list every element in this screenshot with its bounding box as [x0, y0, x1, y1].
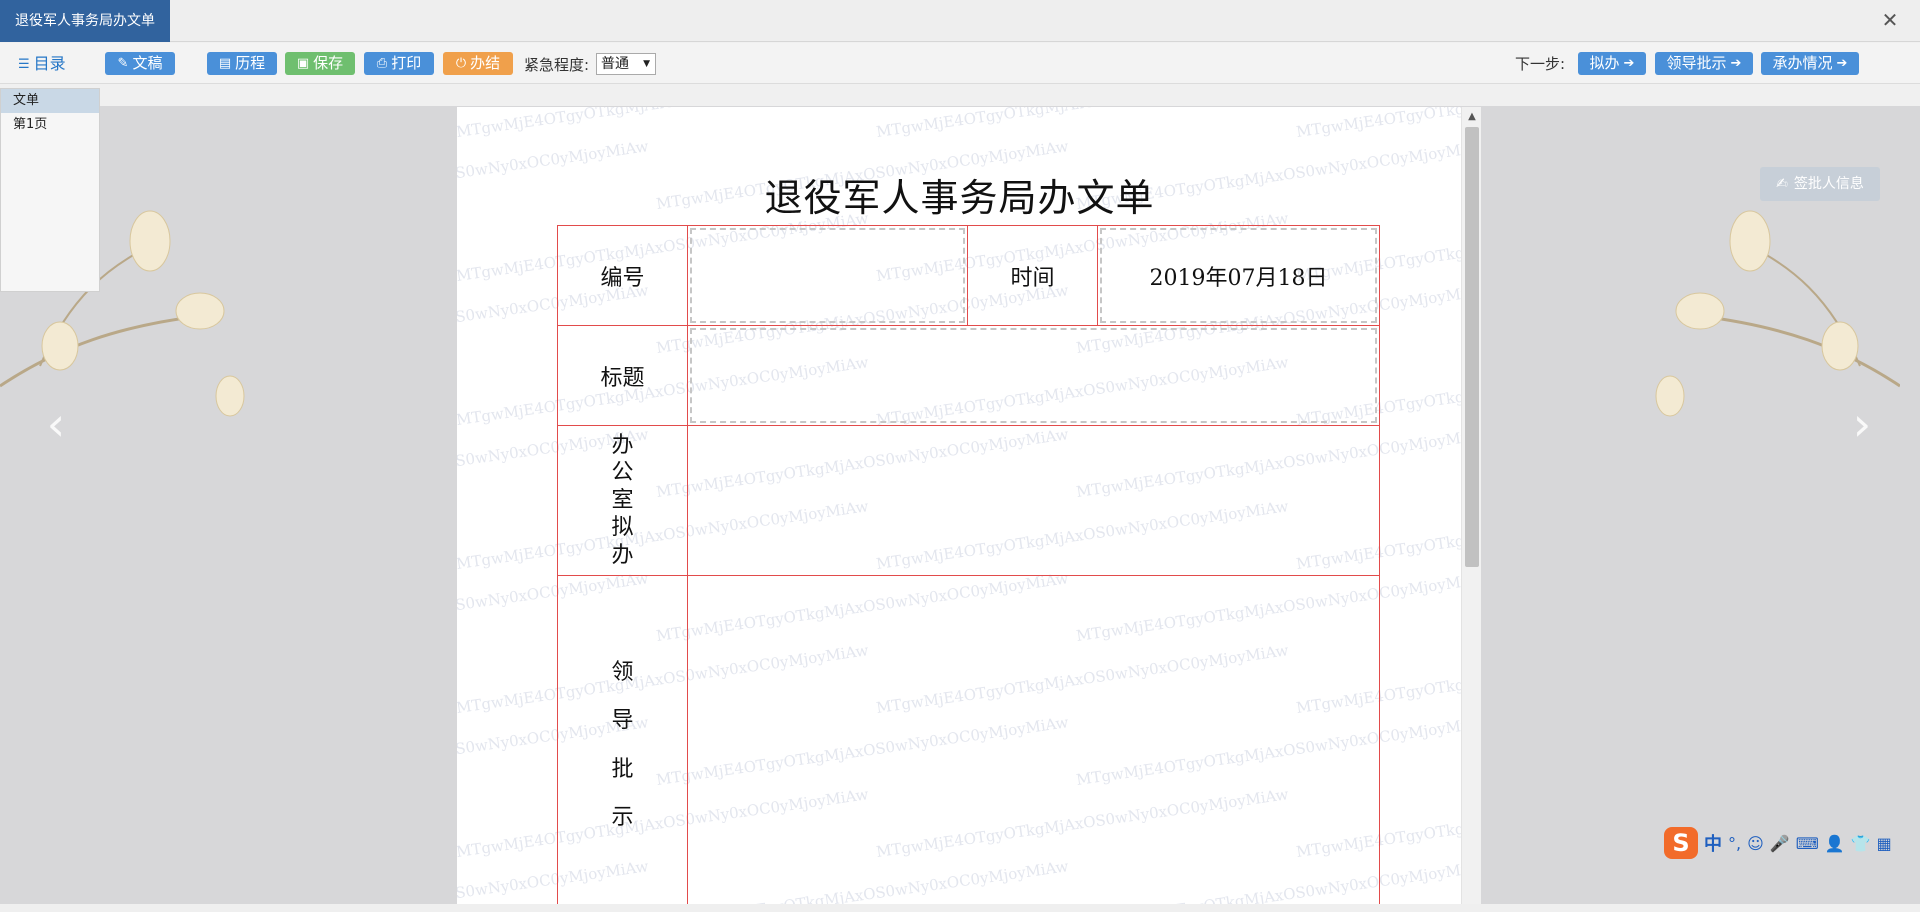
subject-field[interactable] [687, 325, 1380, 426]
next-handling-button[interactable]: 承办情况 ➔ [1761, 52, 1859, 75]
label-char: 办 [611, 542, 634, 568]
microphone-icon[interactable]: 🎤 [1770, 834, 1790, 853]
office-draft-field[interactable] [687, 425, 1380, 576]
emoji-icon[interactable]: ☺ [1747, 834, 1764, 853]
document-icon: ▤ [218, 56, 232, 71]
scroll-up-arrow-icon[interactable]: ▲ [1462, 109, 1481, 125]
office-draft-label-text: 办 公 室 拟 办 [558, 432, 687, 570]
finish-button[interactable]: ⏻ 办结 [443, 52, 513, 75]
next-draft-label: 拟办 [1589, 54, 1620, 72]
leader-instruction-field[interactable] [687, 575, 1380, 905]
label-char: 批 [611, 756, 634, 782]
arrow-right-icon: ➔ [1730, 56, 1742, 71]
print-button[interactable]: ⎙ 打印 [364, 52, 434, 75]
scroll-thumb[interactable] [1465, 127, 1479, 567]
label-char: 公 [611, 460, 634, 486]
urgency-label: 紧急程度: [524, 56, 590, 74]
list-icon: ☰ [18, 56, 30, 72]
urgency-value: 普通 [601, 56, 629, 72]
table-row: 编号 时间 2019年07月18日 [557, 225, 1380, 326]
label-char: 室 [611, 487, 634, 513]
close-icon[interactable]: ✕ [1880, 10, 1900, 30]
ime-toolbar: S 中 °, ☺ 🎤 ⌨ 👤 👕 ▦ [1664, 826, 1920, 860]
user-icon[interactable]: 👤 [1825, 834, 1845, 853]
number-label: 编号 [557, 225, 688, 326]
table-row: 办 公 室 拟 办 [557, 425, 1380, 576]
document-form-table: 编号 时间 2019年07月18日 标题 办 公 室 拟 办 领 导 批 示 [557, 225, 1380, 905]
sidebar-item-page-1[interactable]: 第1页 [1, 113, 99, 137]
window-title-tab[interactable]: 退役军人事务局办文单 [0, 0, 170, 42]
leader-instruction-label: 领 导 批 示 [557, 575, 688, 905]
dropdown-arrow-icon: ▼ [643, 59, 650, 69]
bottom-strip [0, 904, 1920, 912]
power-icon: ⏻ [455, 56, 467, 71]
prev-page-arrow-icon[interactable]: ‹ [36, 394, 76, 454]
time-value: 2019年07月18日 [1149, 265, 1328, 291]
history-label: 历程 [235, 54, 266, 72]
keyboard-icon[interactable]: ⌨ [1796, 834, 1819, 853]
save-label: 保存 [313, 54, 344, 72]
label-char: 导 [611, 708, 634, 734]
document-title: 退役军人事务局办文单 [764, 176, 1155, 220]
label-char: 示 [611, 804, 634, 830]
label-char: 拟 [611, 515, 634, 541]
draft-label: 文稿 [132, 54, 163, 72]
watermark-text: MTgwMjE4OTgyOTkgMjAxOS0wNy0xOC0yMjoyMiAw [875, 107, 1290, 141]
ime-mode[interactable]: 中 [1704, 830, 1722, 856]
next-leader-label: 领导批示 [1666, 54, 1727, 72]
number-field[interactable] [687, 225, 968, 326]
signer-icon: ✍ [1776, 176, 1788, 192]
document-viewer[interactable]: MTgwMjE4OTgyOTkgMjAxOS0wNy0xOC0yMjoyMiAw… [457, 107, 1481, 905]
grid-icon[interactable]: ▦ [1877, 834, 1892, 853]
time-field[interactable]: 2019年07月18日 [1097, 225, 1380, 326]
number-input-box[interactable] [690, 228, 965, 323]
signer-info-button[interactable]: ✍ 签批人信息 [1760, 167, 1880, 201]
office-draft-label: 办 公 室 拟 办 [557, 425, 688, 576]
next-draft-button[interactable]: 拟办 ➔ [1578, 52, 1646, 75]
table-row: 领 导 批 示 [557, 575, 1380, 905]
label-char: 领 [611, 659, 634, 685]
next-step-label: 下一步: [1515, 55, 1566, 73]
catalog-label: 目录 [33, 54, 66, 73]
draft-button[interactable]: ✎ 文稿 [105, 52, 175, 75]
arrow-right-icon: ➔ [1623, 56, 1635, 71]
time-label: 时间 [967, 225, 1098, 326]
watermark-text: MTgwMjE4OTgyOTkgMjAxOS0wNy0xOC0yMjoyMiAw [457, 107, 870, 141]
next-page-arrow-icon[interactable]: › [1842, 394, 1882, 454]
watermark-text: MTgwMjE4OTgyOTkgMjAxOS0wNy0xOC0yMjoyMiAw [1295, 107, 1462, 141]
subject-label: 标题 [557, 325, 688, 426]
next-leader-button[interactable]: 领导批示 ➔ [1655, 52, 1753, 75]
signer-info-label: 签批人信息 [1793, 176, 1864, 192]
printer-icon: ⎙ [376, 56, 388, 71]
floppy-icon: ▣ [296, 56, 310, 71]
table-row: 标题 [557, 325, 1380, 426]
catalog-sidebar: 文单 第1页 [0, 88, 100, 292]
skin-icon[interactable]: 👕 [1851, 834, 1871, 853]
ime-punct[interactable]: °, [1728, 834, 1741, 853]
subject-input-box[interactable] [690, 328, 1377, 423]
vertical-scrollbar[interactable]: ▲ [1461, 107, 1481, 905]
paperclip-icon: ✎ [117, 56, 129, 71]
history-button[interactable]: ▤ 历程 [207, 52, 277, 75]
label-char: 办 [611, 432, 634, 458]
title-bar: 退役军人事务局办文单 ✕ [0, 0, 1920, 42]
finish-label: 办结 [470, 54, 501, 72]
catalog-button[interactable]: ☰ 目录 [18, 53, 66, 75]
next-handling-label: 承办情况 [1772, 54, 1833, 72]
urgency-select[interactable]: 普通 ▼ [596, 53, 656, 75]
save-button[interactable]: ▣ 保存 [285, 52, 355, 75]
print-label: 打印 [391, 54, 422, 72]
arrow-right-icon: ➔ [1836, 56, 1848, 71]
leader-instruction-label-text: 领 导 批 示 [558, 649, 687, 843]
toolbar: ☰ 目录 ✎ 文稿 ▤ 历程 ▣ 保存 ⎙ 打印 ⏻ 办结 紧急程度: 普通 ▼… [0, 43, 1920, 84]
sogou-logo-icon[interactable]: S [1664, 827, 1698, 859]
sidebar-item-form[interactable]: 文单 [1, 89, 99, 113]
